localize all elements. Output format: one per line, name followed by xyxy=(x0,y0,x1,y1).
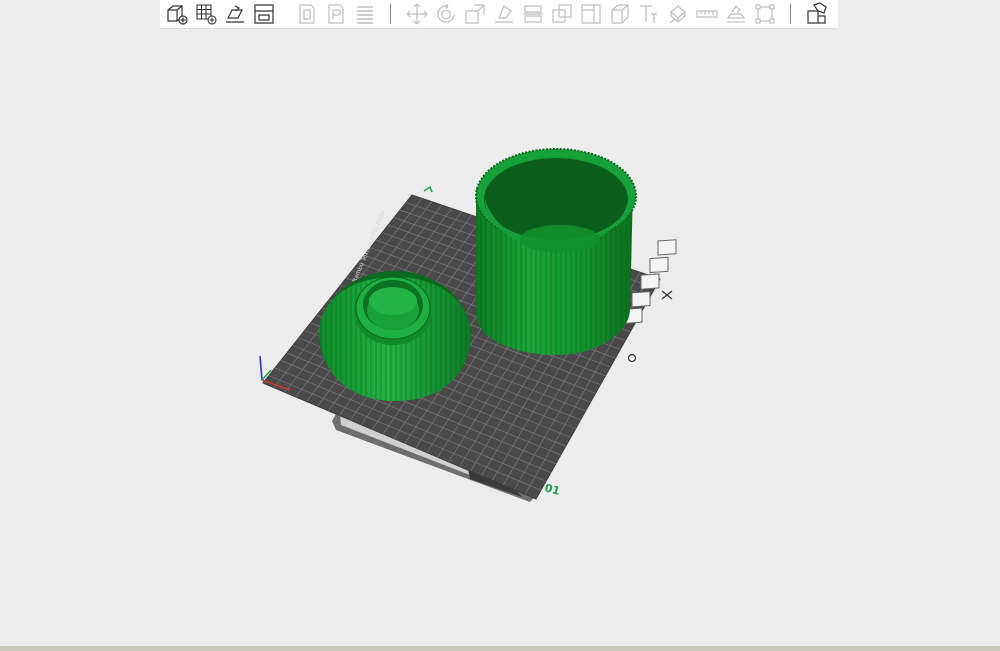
plate-number-label: 01 xyxy=(543,481,561,498)
scale-icon[interactable] xyxy=(460,0,489,28)
rotate-icon[interactable] xyxy=(431,0,460,28)
bounding-box-icon[interactable] xyxy=(750,0,779,28)
arrange-icon[interactable] xyxy=(649,256,669,274)
plate-corner-marker xyxy=(423,185,433,193)
add-object-icon[interactable] xyxy=(162,0,191,28)
cut-icon[interactable] xyxy=(518,0,547,28)
support-paint-icon[interactable] xyxy=(605,0,634,28)
bottom-status-strip xyxy=(0,646,1000,651)
cup-object[interactable] xyxy=(475,148,637,355)
boolean-icon[interactable] xyxy=(547,0,576,28)
lay-on-face-icon[interactable] xyxy=(489,0,518,28)
plate-buttons xyxy=(623,239,677,363)
3d-viewport[interactable]: Bambu Textured PEI Plate 01 xyxy=(0,29,1000,646)
arrange-grid-icon[interactable] xyxy=(191,0,220,28)
text-tool-icon[interactable] xyxy=(634,0,663,28)
seam-paint-icon[interactable] xyxy=(663,0,692,28)
close-icon[interactable] xyxy=(657,239,677,256)
explode-icon[interactable] xyxy=(802,0,831,28)
main-toolbar xyxy=(160,0,838,29)
paint-brush-icon[interactable] xyxy=(321,0,350,28)
auto-orient-icon[interactable] xyxy=(220,0,249,28)
assembly-icon[interactable] xyxy=(721,0,750,28)
split-plate-icon[interactable] xyxy=(249,0,278,28)
lock-icon[interactable] xyxy=(631,291,651,308)
stack-layers-icon[interactable] xyxy=(350,0,379,28)
toolbar-separator xyxy=(790,4,791,24)
move-icon[interactable] xyxy=(402,0,431,28)
toolbar-separator xyxy=(390,4,391,24)
mesh-split-icon[interactable] xyxy=(576,0,605,28)
layer-view-icon[interactable] xyxy=(292,0,321,28)
orient-icon[interactable] xyxy=(640,273,660,290)
measure-icon[interactable] xyxy=(692,0,721,28)
lid-object[interactable] xyxy=(319,271,472,401)
